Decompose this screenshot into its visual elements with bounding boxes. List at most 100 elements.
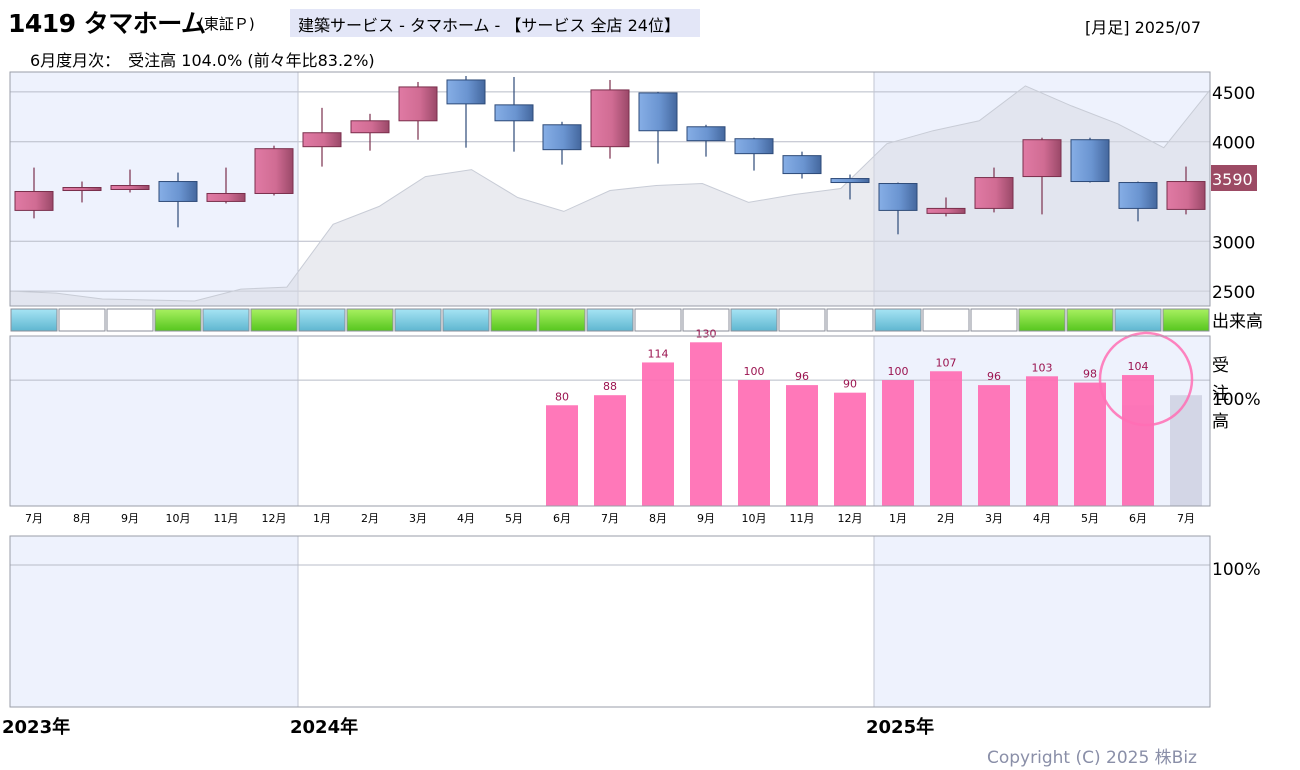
volume-cell-13	[634, 308, 682, 332]
candle-body-9	[446, 79, 486, 105]
volume-cell-19	[922, 308, 970, 332]
candle-body-11	[542, 124, 582, 151]
candle-body-13	[638, 92, 678, 132]
month-label-10: 5月	[505, 512, 523, 525]
order-bar-prev-24	[1170, 395, 1202, 506]
order-bar-19	[930, 371, 962, 506]
candle-body-22	[1070, 139, 1110, 183]
month-label-21: 4月	[1033, 512, 1051, 525]
month-label-1: 8月	[73, 512, 91, 525]
volume-cell-11	[538, 308, 586, 332]
price-tick-4000: 4000	[1212, 134, 1255, 154]
month-label-4: 11月	[214, 512, 239, 525]
order-value-12: 88	[603, 380, 617, 393]
order-value-23: 104	[1128, 360, 1149, 373]
order-bar-17	[834, 392, 866, 506]
volume-cell-9	[442, 308, 490, 332]
candle-body-4	[206, 192, 246, 202]
candle-body-0	[14, 190, 54, 211]
order-bar-14	[690, 342, 722, 506]
volume-cell-16	[778, 308, 826, 332]
candle-body-7	[350, 120, 390, 134]
volume-cell-2	[106, 308, 154, 332]
order-bar-22	[1074, 382, 1106, 506]
order-value-14: 130	[696, 327, 717, 340]
volume-cell-5	[250, 308, 298, 332]
volume-cell-22	[1066, 308, 1114, 332]
shade-2023-2	[10, 536, 298, 707]
candle-body-12	[590, 89, 630, 148]
month-label-0: 7月	[25, 512, 43, 525]
candle-body-2	[110, 185, 150, 190]
shade-2023-1	[10, 336, 298, 506]
order-bar-23	[1122, 375, 1154, 506]
month-label-12: 7月	[601, 512, 619, 525]
shade-2025-2	[874, 536, 1210, 707]
month-label-18: 1月	[889, 512, 907, 525]
year-label-1: 2024年	[290, 716, 358, 738]
candle-body-20	[974, 177, 1014, 209]
candle-body-17	[830, 178, 870, 184]
month-label-6: 1月	[313, 512, 331, 525]
year-label-0: 2023年	[2, 716, 70, 738]
order-bar-12	[594, 395, 626, 506]
candle-body-23	[1118, 182, 1158, 209]
volume-cell-24	[1162, 308, 1210, 332]
month-label-8: 3月	[409, 512, 427, 525]
month-label-22: 5月	[1081, 512, 1099, 525]
order-value-19: 107	[936, 356, 957, 369]
month-label-2: 9月	[121, 512, 139, 525]
candle-body-8	[398, 86, 438, 122]
order-bar-20	[978, 385, 1010, 506]
bottom-ref-label: 100%	[1212, 560, 1261, 580]
copyright: Copyright (C) 2025 株Biz	[987, 748, 1197, 768]
order-value-16: 96	[795, 370, 809, 383]
order-bar-11	[546, 405, 578, 506]
order-value-13: 114	[648, 347, 669, 360]
candle-body-21	[1022, 139, 1062, 178]
month-label-17: 12月	[838, 512, 863, 525]
candle-body-14	[686, 126, 726, 142]
year-label-2: 2025年	[866, 716, 934, 738]
month-label-7: 2月	[361, 512, 379, 525]
volume-cell-6	[298, 308, 346, 332]
volume-cell-20	[970, 308, 1018, 332]
current-price-label: 3590	[1212, 170, 1253, 189]
volume-label: 出来高	[1212, 312, 1263, 332]
order-value-21: 103	[1032, 361, 1053, 374]
candle-body-3	[158, 181, 198, 202]
volume-cell-0	[10, 308, 58, 332]
volume-cell-1	[58, 308, 106, 332]
volume-cell-17	[826, 308, 874, 332]
volume-cell-10	[490, 308, 538, 332]
candle-body-10	[494, 104, 534, 122]
month-label-9: 4月	[457, 512, 475, 525]
order-bar-21	[1026, 376, 1058, 506]
candle-body-1	[62, 187, 102, 192]
volume-cell-7	[346, 308, 394, 332]
order-value-15: 100	[744, 365, 765, 378]
candle-body-16	[782, 155, 822, 175]
month-label-24: 7月	[1177, 512, 1195, 525]
candle-body-24	[1166, 181, 1206, 210]
volume-cell-15	[730, 308, 778, 332]
volume-cell-21	[1018, 308, 1066, 332]
volume-cell-23	[1114, 308, 1162, 332]
volume-cell-4	[202, 308, 250, 332]
volume-cell-18	[874, 308, 922, 332]
month-label-20: 3月	[985, 512, 1003, 525]
month-label-19: 2月	[937, 512, 955, 525]
volume-cell-3	[154, 308, 202, 332]
order-value-18: 100	[888, 365, 909, 378]
price-tick-3000: 3000	[1212, 233, 1255, 253]
order-bar-15	[738, 380, 770, 506]
candle-body-15	[734, 138, 774, 155]
order-value-22: 98	[1083, 368, 1097, 381]
volume-cell-8	[394, 308, 442, 332]
volume-strip	[10, 308, 1210, 332]
candle-body-18	[878, 183, 918, 211]
candle-body-6	[302, 132, 342, 148]
month-label-11: 6月	[553, 512, 571, 525]
volume-cell-12	[586, 308, 634, 332]
order-value-11: 80	[555, 390, 569, 403]
